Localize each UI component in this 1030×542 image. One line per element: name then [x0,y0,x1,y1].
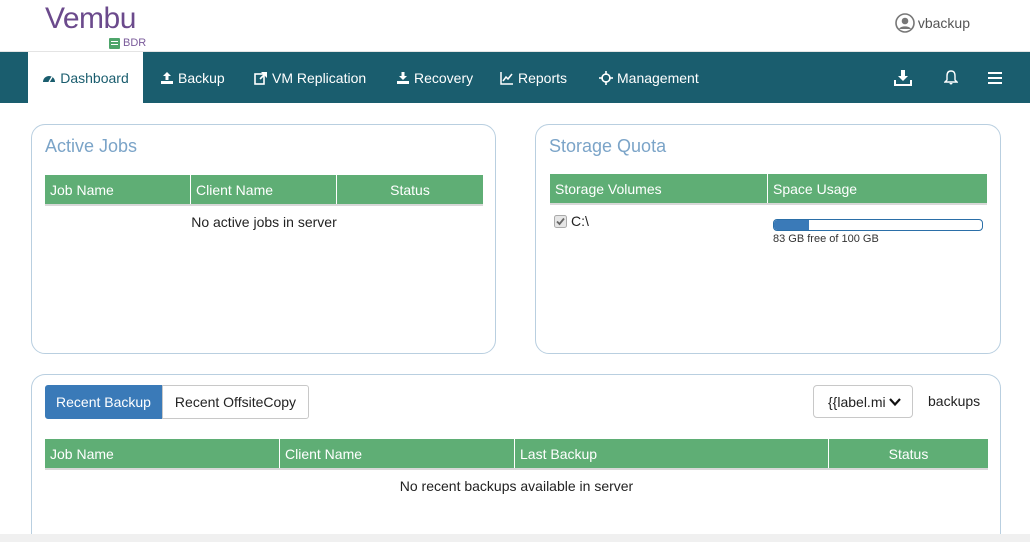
active-jobs-header: Job Name Client Name Status [45,175,483,206]
storage-quota-panel: Storage Quota Storage Volumes Space Usag… [535,124,1001,354]
download-tray-icon [894,69,912,86]
external-link-icon [254,71,267,85]
username: vbackup [917,15,970,31]
line-chart-icon [500,71,513,85]
nav-management[interactable]: Management [599,52,699,103]
main-nav: Dashboard Backup VM Replication Recovery… [0,52,1030,103]
nav-label: Recovery [414,69,474,86]
upload-icon [161,71,173,84]
download-button[interactable] [890,52,916,103]
column-header[interactable]: Job Name [45,439,280,468]
volume-row: C:\ [554,213,589,229]
active-jobs-panel: Active Jobs Job Name Client Name Status … [31,124,496,354]
column-header[interactable]: Job Name [45,175,191,204]
space-usage-text: 83 GB free of 100 GB [773,233,879,245]
nav-label: Dashboard [60,69,129,86]
crosshair-icon [599,70,613,85]
app-header: Vembu BDR vbackup [0,0,1030,52]
recent-header: Job Name Client Name Last Backup Status [45,439,988,470]
volume-name: C:\ [571,213,589,229]
menu-button[interactable] [984,52,1006,103]
column-header[interactable]: Status [829,439,988,468]
user-menu[interactable]: vbackup [895,13,970,33]
tab-recent-offsite-copy[interactable]: Recent OffsiteCopy [162,385,309,419]
nav-label: Reports [518,69,568,86]
tab-recent-backup[interactable]: Recent Backup [45,385,162,419]
column-header[interactable]: Client Name [191,175,337,204]
select-suffix: backups [928,393,981,409]
nav-reports[interactable]: Reports [500,52,567,103]
download-icon [397,71,409,84]
panel-title: Storage Quota [549,136,667,156]
storage-header: Storage Volumes Space Usage [550,174,987,205]
column-header[interactable]: Status [337,175,483,204]
column-header[interactable]: Space Usage [768,174,987,203]
recent-panel: Recent Backup Recent OffsiteCopy {{label… [31,374,1001,542]
bdr-icon [109,37,120,49]
chevron-down-icon [888,395,902,409]
volume-checkbox[interactable] [554,214,567,228]
logo-bdr: BDR [109,37,146,49]
nav-backup[interactable]: Backup [160,52,225,103]
footer-strip [0,534,1030,542]
space-usage-bar [773,219,983,231]
nav-label: VM Replication [272,69,367,86]
notifications-button[interactable] [940,52,962,103]
column-header[interactable]: Last Backup [515,439,829,468]
select-value: {{label.mi [828,393,886,410]
logo-sub: BDR [123,37,147,49]
backup-count-select[interactable]: {{label.mi [813,385,913,418]
space-usage-fill [774,220,810,230]
empty-message: No recent backups available in server [399,478,634,494]
nav-vm-replication[interactable]: VM Replication [254,52,366,103]
nav-recovery[interactable]: Recovery [396,52,473,103]
nav-dashboard[interactable]: Dashboard [28,52,143,103]
nav-label: Backup [178,69,225,86]
dashboard-icon [43,75,56,82]
user-avatar-icon [895,13,915,33]
column-header[interactable]: Client Name [280,439,515,468]
empty-message: No active jobs in server [191,214,337,230]
logo-text: Vembu [45,2,136,35]
vembu-logo[interactable]: Vembu BDR [45,2,155,50]
bell-icon [944,70,958,85]
column-header[interactable]: Storage Volumes [550,174,768,203]
panel-title: Active Jobs [45,136,138,156]
nav-label: Management [617,69,699,86]
hamburger-menu-icon [988,71,1002,84]
